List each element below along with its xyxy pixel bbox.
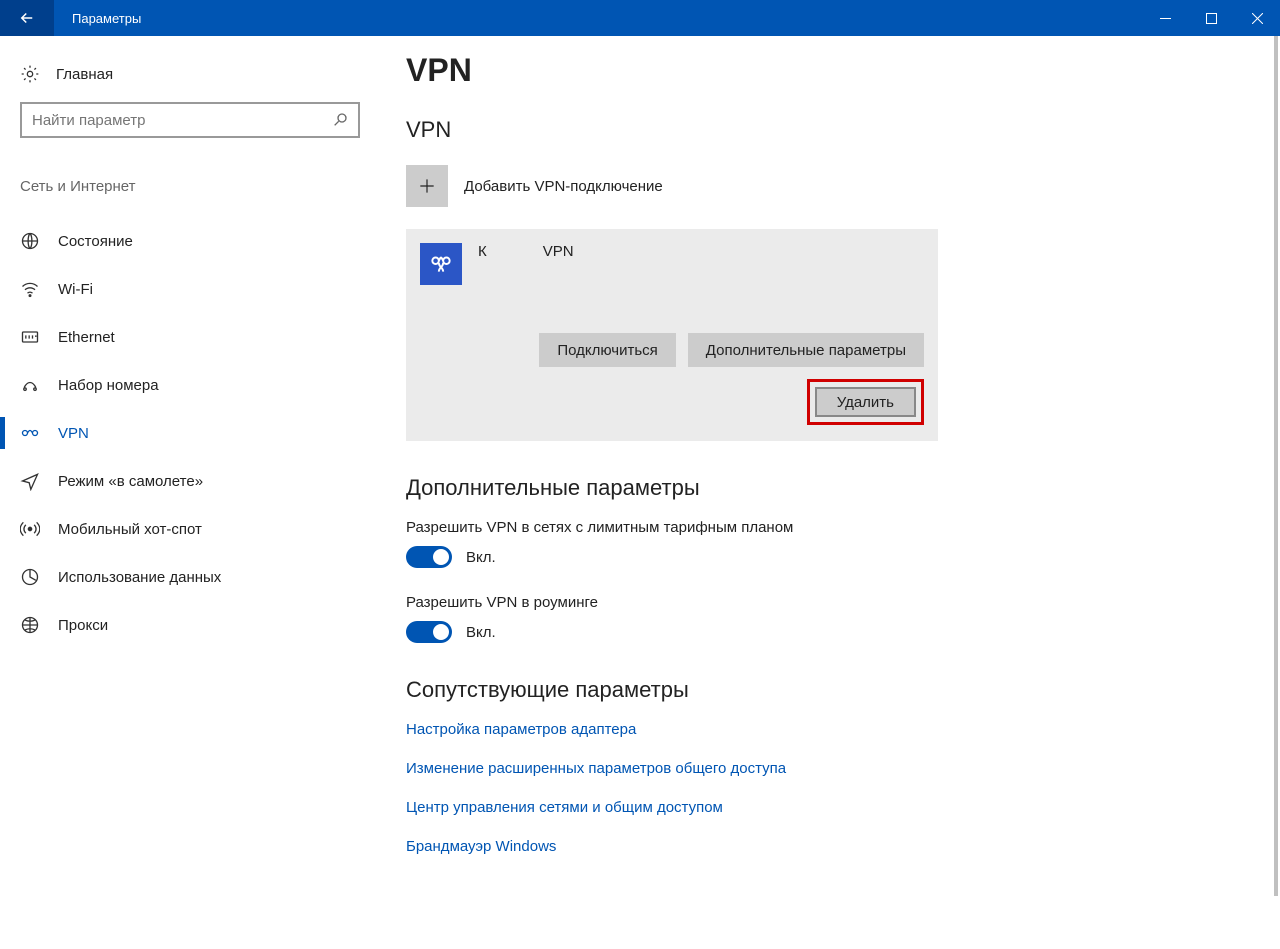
dialup-icon	[20, 375, 40, 395]
plus-icon	[406, 165, 448, 207]
datausage-icon	[20, 567, 40, 587]
sidebar-item-wifi[interactable]: Wi-Fi	[0, 265, 370, 313]
sidebar-item-datausage[interactable]: Использование данных	[0, 553, 370, 601]
vpn-connection-card[interactable]: К VPN Подключиться Дополнительные параме…	[406, 229, 938, 441]
window-title: Параметры	[54, 0, 1142, 36]
section-advanced: Дополнительные параметры	[406, 475, 1220, 501]
gear-icon	[20, 64, 40, 84]
sidebar-item-label: Ethernet	[58, 329, 115, 346]
sidebar-item-proxy[interactable]: Прокси	[0, 601, 370, 649]
wifi-icon	[20, 279, 40, 299]
advanced-params-button[interactable]: Дополнительные параметры	[688, 333, 924, 367]
sidebar-item-label: Режим «в самолете»	[58, 473, 203, 490]
globe-icon	[20, 231, 40, 251]
roaming-toggle[interactable]	[406, 621, 452, 643]
sidebar-item-label: Wi-Fi	[58, 281, 93, 298]
sidebar-item-label: Мобильный хот-спот	[58, 521, 202, 538]
sidebar-item-dialup[interactable]: Набор номера	[0, 361, 370, 409]
sidebar-item-label: Прокси	[58, 617, 108, 634]
roaming-toggle-state: Вкл.	[466, 624, 496, 641]
section-label: Сеть и Интернет	[20, 178, 370, 195]
vpn-connection-icon	[420, 243, 462, 285]
sidebar-item-airplane[interactable]: Режим «в самолете»	[0, 457, 370, 505]
scrollbar[interactable]	[1274, 36, 1278, 896]
content: VPN VPN Добавить VPN-подключение К VPN	[390, 36, 1260, 855]
delete-highlight: Удалить	[807, 379, 924, 425]
search-icon	[332, 112, 348, 128]
airplane-icon	[20, 471, 40, 491]
sidebar-item-label: Набор номера	[58, 377, 159, 394]
link-adapter-settings[interactable]: Настройка параметров адаптера	[406, 721, 1220, 738]
metered-toggle[interactable]	[406, 546, 452, 568]
sidebar-item-vpn[interactable]: VPN	[0, 409, 370, 457]
section-related: Сопутствующие параметры	[406, 677, 1220, 703]
roaming-label: Разрешить VPN в роуминге	[406, 594, 1220, 611]
sidebar-item-ethernet[interactable]: Ethernet	[0, 313, 370, 361]
sidebar-item-label: VPN	[58, 425, 89, 442]
sidebar: Главная Сеть и Интернет Состояние Wi-Fi …	[0, 36, 390, 949]
metered-toggle-state: Вкл.	[466, 549, 496, 566]
section-vpn: VPN	[406, 117, 1220, 143]
hotspot-icon	[20, 519, 40, 539]
page-title: VPN	[406, 52, 1220, 89]
sidebar-item-label: Состояние	[58, 233, 133, 250]
ethernet-icon	[20, 327, 40, 347]
add-vpn-row[interactable]: Добавить VPN-подключение	[406, 165, 1220, 207]
minimize-button[interactable]	[1142, 0, 1188, 36]
link-network-center[interactable]: Центр управления сетями и общим доступом	[406, 799, 1220, 816]
vpn-icon	[20, 423, 40, 443]
delete-button[interactable]: Удалить	[815, 387, 916, 417]
maximize-button[interactable]	[1188, 0, 1234, 36]
search-input[interactable]	[32, 112, 332, 129]
home-label: Главная	[56, 66, 113, 83]
metered-label: Разрешить VPN в сетях с лимитным тарифны…	[406, 519, 1220, 536]
home-link[interactable]: Главная	[20, 64, 370, 84]
proxy-icon	[20, 615, 40, 635]
sidebar-item-label: Использование данных	[58, 569, 221, 586]
search-input-box[interactable]	[20, 102, 360, 138]
link-firewall[interactable]: Брандмауэр Windows	[406, 838, 1220, 855]
sidebar-item-hotspot[interactable]: Мобильный хот-спот	[0, 505, 370, 553]
back-button[interactable]	[0, 0, 54, 36]
link-sharing-settings[interactable]: Изменение расширенных параметров общего …	[406, 760, 1220, 777]
connect-button[interactable]: Подключиться	[539, 333, 675, 367]
sidebar-item-status[interactable]: Состояние	[0, 217, 370, 265]
close-button[interactable]	[1234, 0, 1280, 36]
add-vpn-label: Добавить VPN-подключение	[464, 178, 663, 195]
vpn-connection-name: К VPN	[478, 243, 574, 260]
titlebar: Параметры	[0, 0, 1280, 36]
